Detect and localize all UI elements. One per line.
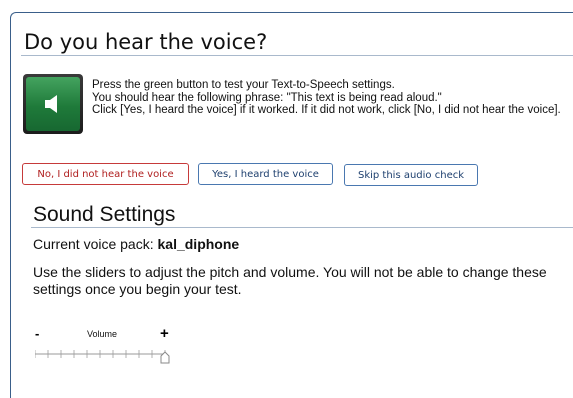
voice-pack-value: kal_diphone xyxy=(157,236,240,252)
sound-settings-heading: Sound Settings xyxy=(33,203,176,226)
volume-slider[interactable] xyxy=(35,345,171,367)
no-did-not-hear-button[interactable]: No, I did not hear the voice xyxy=(22,163,189,185)
skip-audio-check-button[interactable]: Skip this audio check xyxy=(344,164,478,186)
voice-pack-label: Current voice pack: xyxy=(33,236,154,252)
page-title: Do you hear the voice? xyxy=(24,30,268,54)
instruction-line: Press the green button to test your Text… xyxy=(92,79,395,91)
volume-decrease-icon[interactable]: - xyxy=(35,327,39,340)
settings-description: Use the sliders to adjust the pitch and … xyxy=(33,264,547,297)
play-audio-button[interactable] xyxy=(23,74,83,134)
speaker-icon xyxy=(45,95,57,113)
title-divider xyxy=(21,55,573,56)
instruction-line: You should hear the following phrase: "T… xyxy=(92,91,442,104)
volume-increase-icon[interactable]: + xyxy=(160,326,169,341)
volume-label: Volume xyxy=(87,329,118,339)
instruction-line: Click [Yes, I heard the voice] if it wor… xyxy=(92,104,561,117)
sound-settings-divider xyxy=(31,227,573,228)
instructions: Press the green button to test your Text… xyxy=(92,79,562,117)
voice-pack-line: Current voice pack: kal_diphone xyxy=(33,236,239,252)
yes-heard-button[interactable]: Yes, I heard the voice xyxy=(198,163,333,185)
